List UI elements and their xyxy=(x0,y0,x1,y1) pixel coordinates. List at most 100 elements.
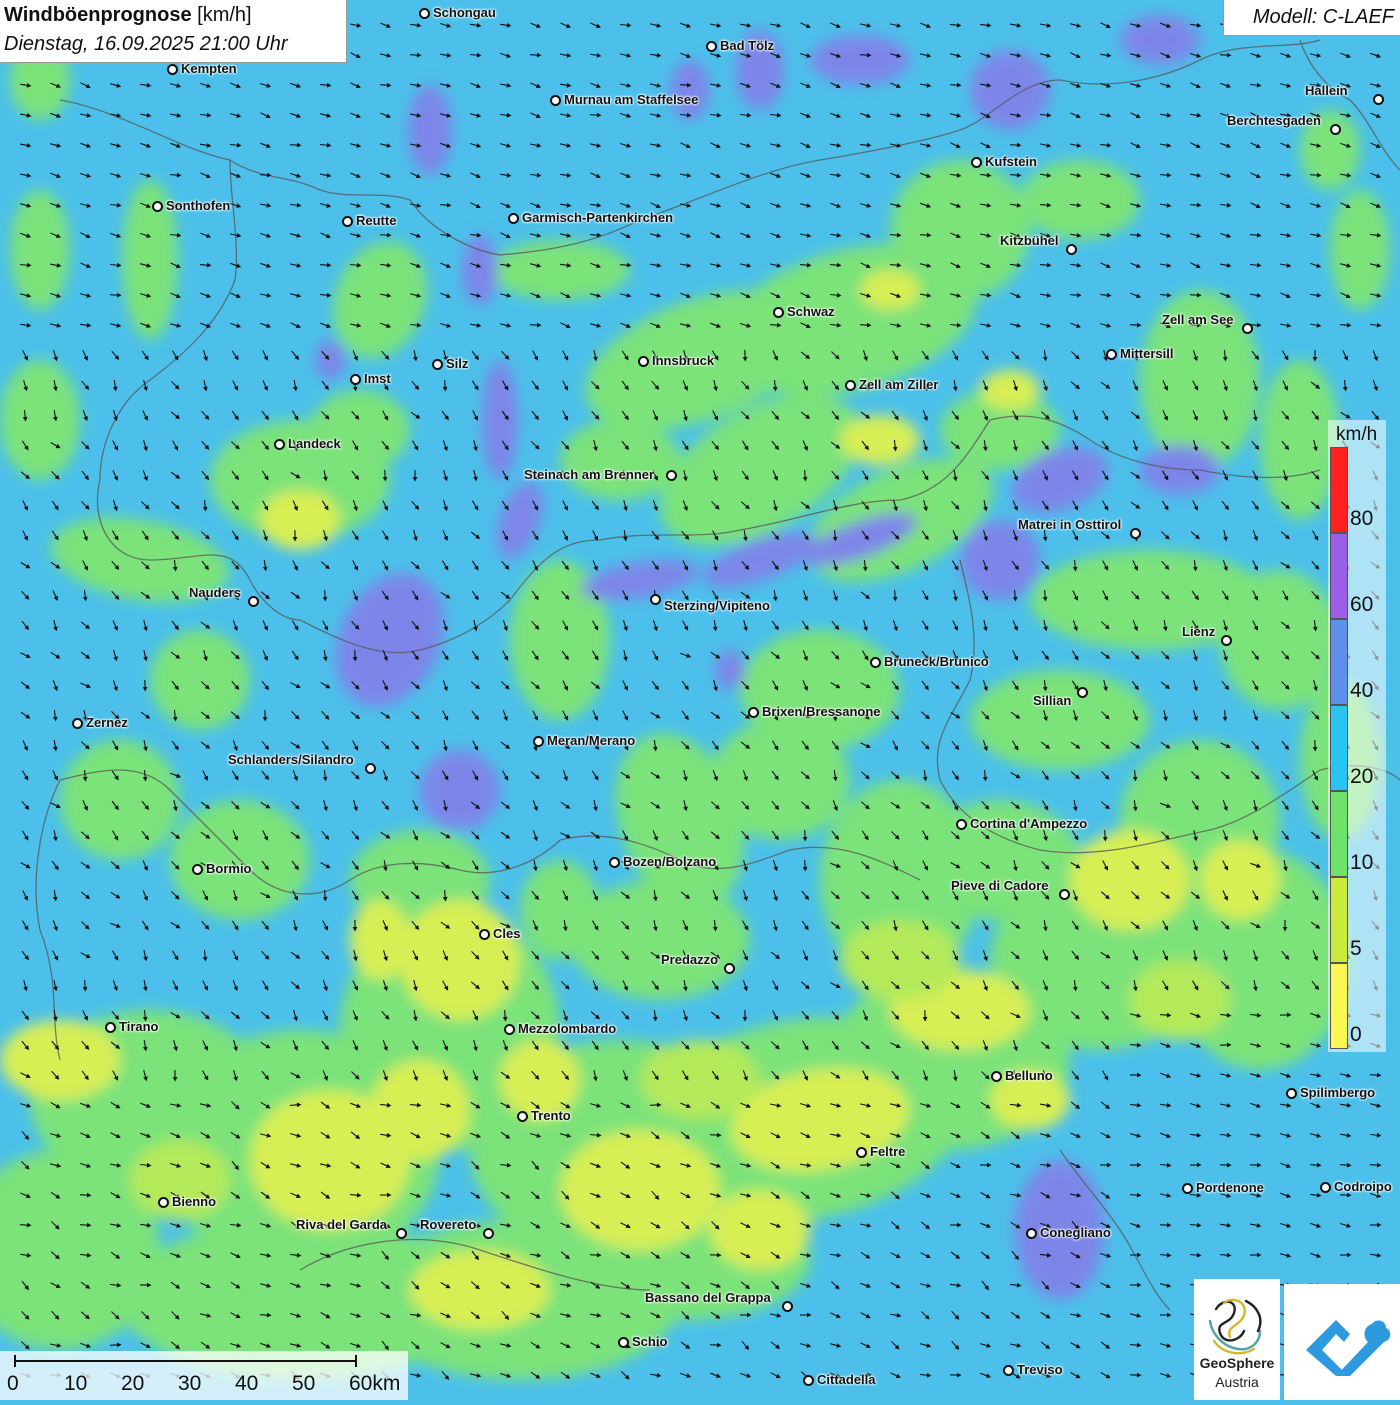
city-marker[interactable] xyxy=(72,718,83,729)
city-marker[interactable] xyxy=(432,359,443,370)
city-marker[interactable] xyxy=(956,819,967,830)
city-label: Zell am See xyxy=(1162,313,1234,327)
wind-zone xyxy=(1130,960,1230,1040)
city-marker[interactable] xyxy=(724,963,735,974)
wind-zone xyxy=(482,360,518,480)
city-label: Meran/Merano xyxy=(547,734,635,748)
city-marker[interactable] xyxy=(971,157,982,168)
city-marker[interactable] xyxy=(609,857,620,868)
legend-color-segment xyxy=(1330,533,1348,619)
legend-color-segment xyxy=(1330,963,1348,1049)
city-marker[interactable] xyxy=(650,594,661,605)
geosphere-emblem-icon xyxy=(1194,1287,1280,1363)
city-marker[interactable] xyxy=(1242,323,1253,334)
wind-zone xyxy=(810,35,910,85)
city-label: Feltre xyxy=(870,1145,905,1159)
city-marker[interactable] xyxy=(504,1024,515,1035)
city-label: Zell am Ziller xyxy=(859,378,938,392)
city-marker[interactable] xyxy=(248,596,259,607)
city-marker[interactable] xyxy=(1003,1365,1014,1376)
city-marker[interactable] xyxy=(550,95,561,106)
app-logo[interactable] xyxy=(1284,1284,1400,1400)
city-label: Cittadella xyxy=(817,1373,876,1387)
city-marker[interactable] xyxy=(618,1337,629,1348)
city-marker[interactable] xyxy=(870,657,881,668)
city-marker[interactable] xyxy=(1330,124,1341,135)
city-marker[interactable] xyxy=(1373,94,1384,105)
wind-zone xyxy=(1120,15,1200,65)
city-marker[interactable] xyxy=(638,356,649,367)
city-label: Schlanders/Silandro xyxy=(228,753,354,767)
city-label: Mezzolombardo xyxy=(518,1022,616,1036)
city-marker[interactable] xyxy=(105,1022,116,1033)
city-label: Cortina d'Ampezzo xyxy=(970,817,1087,831)
legend-label: 10 xyxy=(1350,851,1373,875)
city-marker[interactable] xyxy=(1130,528,1141,539)
legend-label: 60 xyxy=(1350,593,1373,617)
geosphere-logo[interactable]: GeoSphere Austria xyxy=(1194,1279,1280,1400)
wind-zone xyxy=(408,85,452,175)
model-name: Modell: C-LAEF xyxy=(1253,6,1394,29)
city-label: Bruneck/Brunico xyxy=(884,655,989,669)
city-marker[interactable] xyxy=(517,1111,528,1122)
city-marker[interactable] xyxy=(158,1197,169,1208)
city-marker[interactable] xyxy=(152,201,163,212)
city-marker[interactable] xyxy=(419,8,430,19)
city-marker[interactable] xyxy=(274,439,285,450)
city-marker[interactable] xyxy=(342,216,353,227)
city-marker[interactable] xyxy=(1320,1182,1331,1193)
wind-zone xyxy=(860,270,920,310)
wind-zone xyxy=(410,1250,550,1330)
city-label: Murnau am Staffelsee xyxy=(564,93,698,107)
city-label: Sterzing/Vipiteno xyxy=(664,599,770,613)
city-marker[interactable] xyxy=(1066,244,1077,255)
city-marker[interactable] xyxy=(1286,1088,1297,1099)
city-label: Kitzbühel xyxy=(1000,234,1059,248)
city-marker[interactable] xyxy=(782,1301,793,1312)
city-marker[interactable] xyxy=(706,41,717,52)
city-label: Innsbruck xyxy=(652,354,714,368)
map-title-unit: [km/h] xyxy=(192,4,252,26)
city-marker[interactable] xyxy=(479,929,490,940)
app-logo-icon xyxy=(1284,1284,1400,1400)
city-marker[interactable] xyxy=(856,1147,867,1158)
city-label: Belluno xyxy=(1005,1069,1053,1083)
city-marker[interactable] xyxy=(1026,1228,1037,1239)
city-marker[interactable] xyxy=(991,1071,1002,1082)
scale-label: 50 xyxy=(292,1372,315,1396)
wind-zone xyxy=(490,240,630,300)
city-marker[interactable] xyxy=(350,374,361,385)
city-marker[interactable] xyxy=(483,1228,494,1239)
wind-zone xyxy=(260,490,340,550)
city-marker[interactable] xyxy=(1221,635,1232,646)
city-marker[interactable] xyxy=(167,64,178,75)
wind-zone xyxy=(980,370,1040,410)
city-marker[interactable] xyxy=(803,1375,814,1386)
city-marker[interactable] xyxy=(748,707,759,718)
city-label: Cles xyxy=(493,927,520,941)
city-marker[interactable] xyxy=(192,864,203,875)
city-marker[interactable] xyxy=(1059,889,1070,900)
city-marker[interactable] xyxy=(533,736,544,747)
city-label: Treviso xyxy=(1017,1363,1063,1377)
legend-unit: km/h xyxy=(1336,424,1377,446)
wind-zone xyxy=(10,190,70,310)
city-marker[interactable] xyxy=(365,763,376,774)
city-label: Matrei in Osttirol xyxy=(1018,518,1121,532)
title-box: Windböenprognose [km/h] Dienstag, 16.09.… xyxy=(0,0,347,63)
city-marker[interactable] xyxy=(1077,687,1088,698)
wind-zone xyxy=(520,860,600,960)
city-label: Schio xyxy=(632,1335,667,1349)
legend-color-segment xyxy=(1330,447,1348,533)
city-marker[interactable] xyxy=(1182,1183,1193,1194)
city-marker[interactable] xyxy=(773,307,784,318)
city-marker[interactable] xyxy=(845,380,856,391)
city-marker[interactable] xyxy=(396,1228,407,1239)
city-marker[interactable] xyxy=(666,470,677,481)
wind-zone xyxy=(1200,840,1280,920)
city-label: Zernez xyxy=(86,716,128,730)
city-marker[interactable] xyxy=(508,213,519,224)
city-label: Mittersill xyxy=(1120,347,1173,361)
city-marker[interactable] xyxy=(1106,349,1117,360)
city-label: Bormio xyxy=(206,862,252,876)
